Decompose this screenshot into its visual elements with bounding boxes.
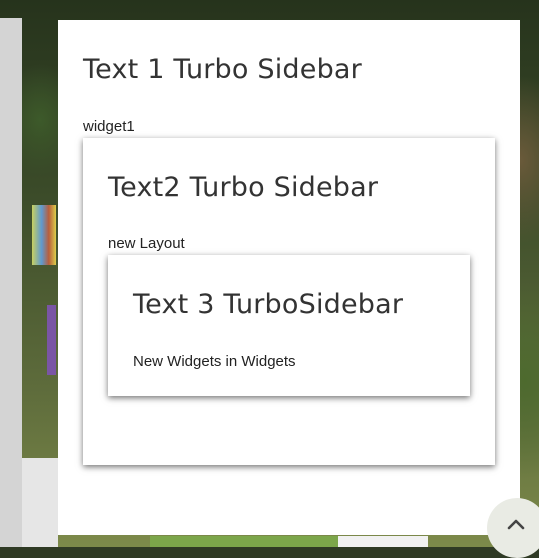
scroll-to-top-button[interactable] xyxy=(487,498,539,558)
nested-widget-card: Text2 Turbo Sidebar new Layout Text 3 Tu… xyxy=(83,138,495,465)
left-sidebar-strip xyxy=(0,18,22,547)
widget-title: Text 3 TurboSidebar xyxy=(133,289,404,320)
widget-title: Text2 Turbo Sidebar xyxy=(108,172,379,203)
background-lawn xyxy=(150,536,340,547)
widget-label: widget1 xyxy=(83,118,135,135)
background-object xyxy=(22,458,58,547)
widget-text: New Widgets in Widgets xyxy=(133,353,296,370)
background-figure xyxy=(32,205,56,265)
turbo-sidebar-panel: Text 1 Turbo Sidebar widget1 Text2 Turbo… xyxy=(58,20,520,535)
widget-title: Text 1 Turbo Sidebar xyxy=(83,54,362,85)
background-object xyxy=(47,305,56,375)
chevron-up-icon xyxy=(507,519,525,530)
widget-label: new Layout xyxy=(108,235,185,252)
background-object xyxy=(338,536,428,547)
nested-widget-card: Text 3 TurboSidebar New Widgets in Widge… xyxy=(108,255,470,396)
